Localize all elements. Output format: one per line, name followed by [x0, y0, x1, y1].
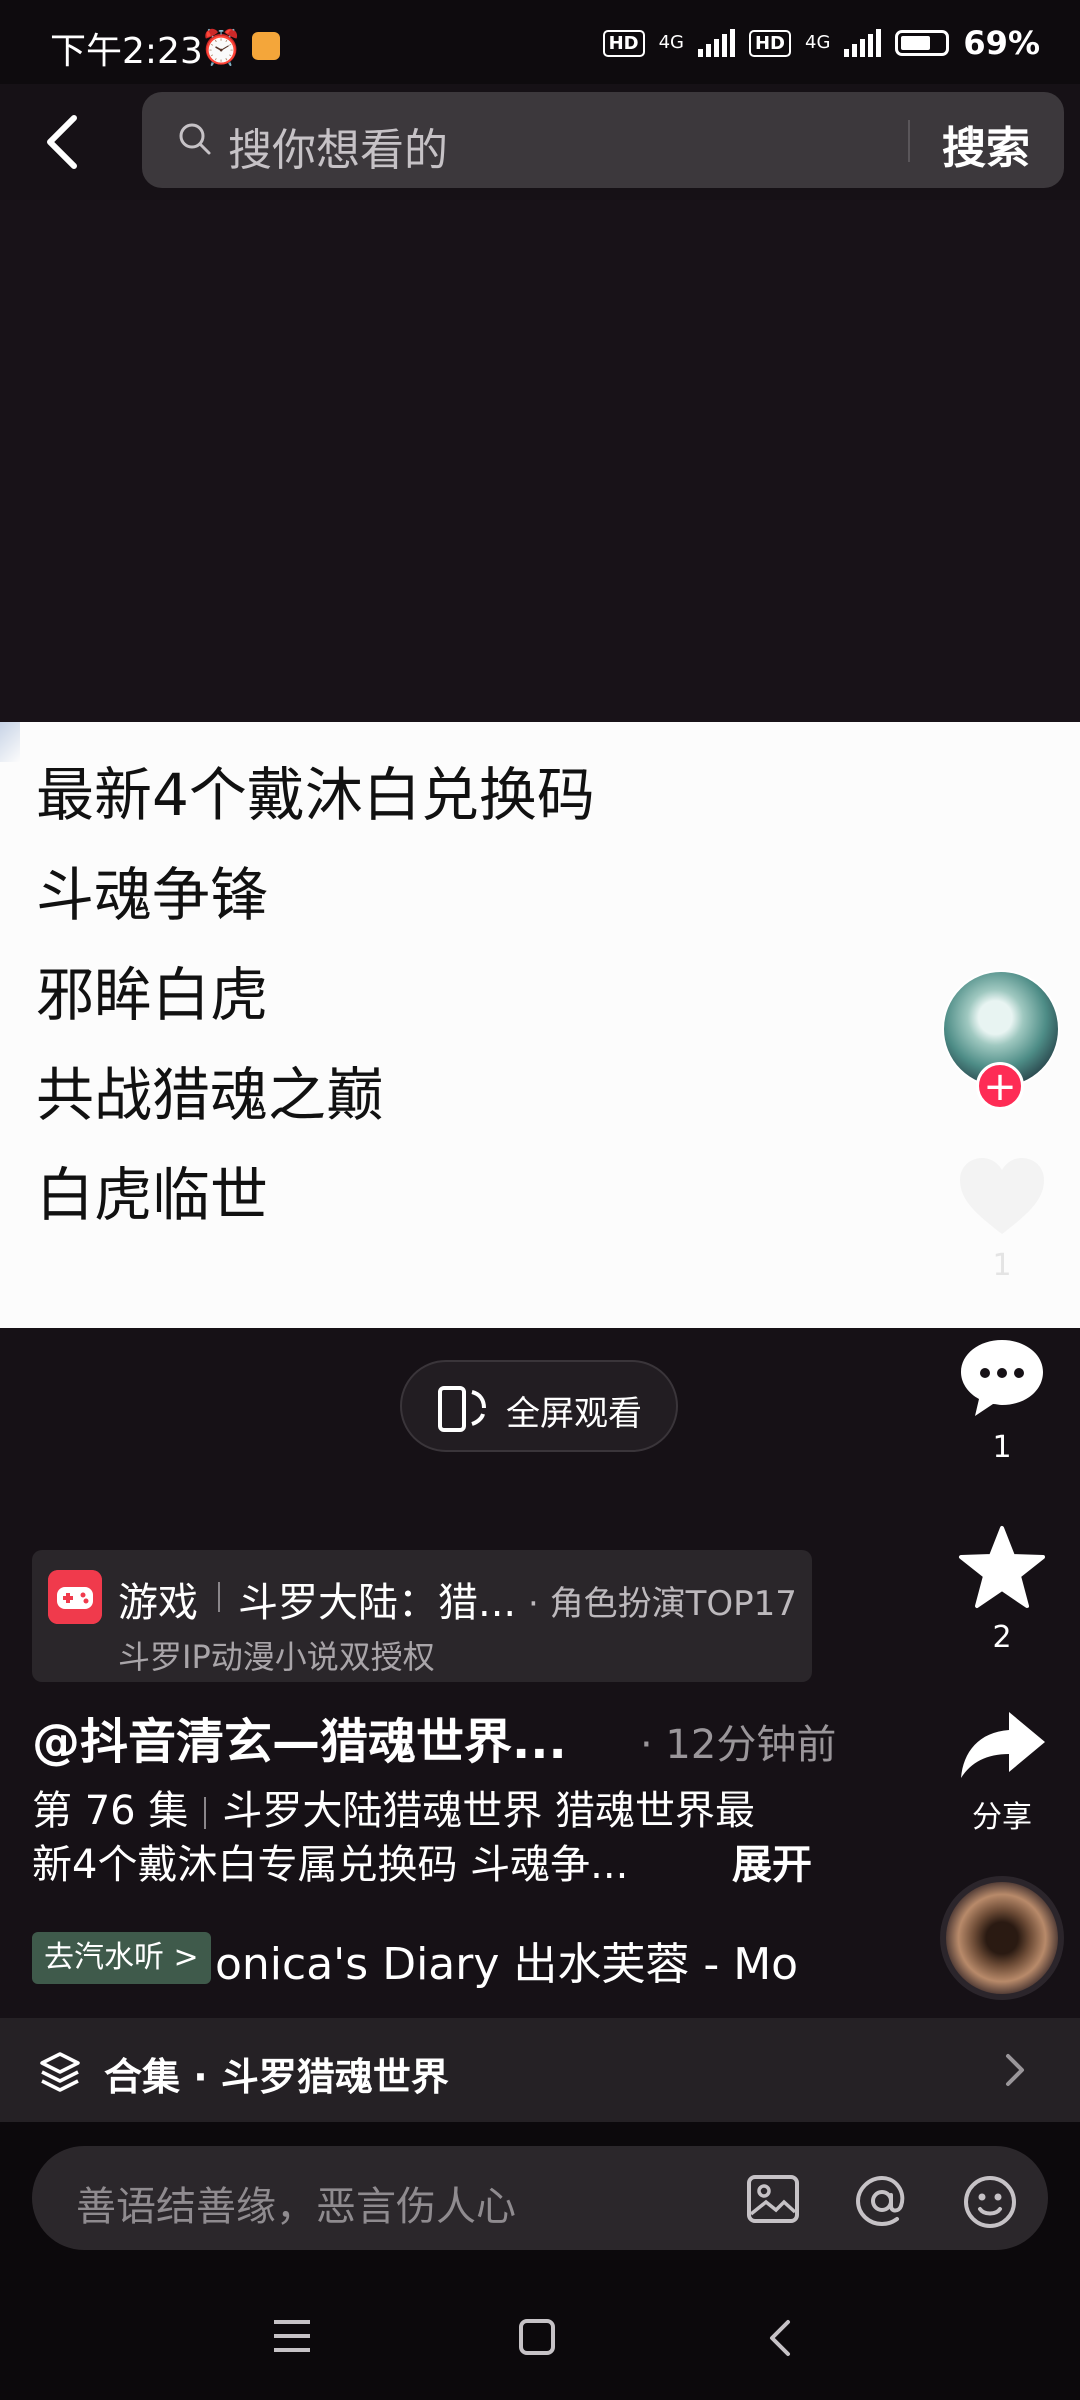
search-bar[interactable]: 搜你想看的 搜索 — [142, 92, 1064, 188]
battery-icon — [895, 30, 950, 56]
anchor-rank: · 角色扮演TOP17 — [528, 1584, 797, 1624]
collection-bar[interactable]: 合集 · 斗罗猎魂世界 — [0, 2018, 1080, 2122]
chevron-right-icon — [1006, 2054, 1024, 2086]
image-icon[interactable] — [746, 2174, 800, 2224]
network-type: 4G — [805, 32, 831, 53]
description-line: 第 76 集斗罗大陆猎魂世界 猎魂世界最 — [32, 1784, 755, 1838]
game-anchor-card[interactable]: 游戏 斗罗大陆：猎... · 角色扮演TOP17 斗罗IP动漫小说双授权 — [32, 1550, 812, 1682]
status-indicators: HD 4G HD 4G 69% — [602, 24, 1040, 62]
heart-icon — [960, 1158, 1044, 1234]
video-frame[interactable]: 最新4个戴沐白兑换码 斗魂争锋 邪眸白虎 共战猎魂之巅 白虎临世 — [0, 722, 1080, 1328]
music-title[interactable]: onica's Diary 出水芙蓉 - Mo — [215, 1928, 801, 1988]
video-text-line: 白虎临世 — [36, 1161, 269, 1229]
star-icon — [959, 1526, 1045, 1608]
fullscreen-label: 全屏观看 — [506, 1394, 642, 1434]
favorite-count: 2 — [992, 1620, 1012, 1655]
video-text-line: 邪眸白虎 — [36, 961, 269, 1029]
music-disc-avatar[interactable] — [940, 1876, 1064, 2000]
home-icon[interactable] — [518, 2318, 556, 2356]
post-time: · 12分钟前 — [640, 1722, 837, 1768]
description-line: 新4个戴沐白专属兑换码 斗魂争... — [32, 1842, 629, 1888]
fullscreen-button[interactable]: 全屏观看 — [400, 1360, 678, 1452]
anchor-subtitle: 斗罗IP动漫小说双授权 — [118, 1638, 435, 1676]
anchor-type: 游戏 — [118, 1580, 198, 1626]
rotate-screen-icon — [438, 1386, 486, 1432]
share-label: 分享 — [972, 1800, 1032, 1835]
video-text-line: 共战猎魂之巅 — [36, 1061, 385, 1129]
expand-button[interactable]: 展开 — [732, 1838, 812, 1892]
share-icon — [961, 1712, 1045, 1778]
signal-icon — [844, 29, 882, 57]
app-notification-icon — [252, 32, 280, 60]
search-icon — [179, 123, 211, 155]
status-bar: 下午2:23 ⏰ HD 4G HD 4G 69% — [0, 0, 1080, 84]
hd-badge: HD — [602, 29, 645, 57]
video-text-line: 最新4个戴沐白兑换码 — [36, 761, 595, 829]
gamepad-icon — [48, 1570, 102, 1624]
comment-input[interactable]: 善语结善缘，恶言伤人心 — [32, 2146, 1048, 2250]
comment-icon — [961, 1340, 1043, 1416]
network-type: 4G — [658, 32, 684, 53]
status-time: 下午2:23 — [50, 31, 203, 72]
description-text: 斗罗大陆猎魂世界 猎魂世界最 — [222, 1788, 756, 1834]
alarm-icon: ⏰ — [200, 28, 243, 68]
like-button[interactable]: 1 — [942, 1154, 1062, 1283]
episode-label: 第 76 集 — [32, 1788, 189, 1834]
search-input[interactable]: 搜你想看的 — [228, 114, 448, 178]
search-divider — [908, 120, 910, 162]
back-button[interactable] — [30, 100, 94, 184]
follow-button[interactable]: + — [976, 1062, 1024, 1110]
share-button[interactable]: 分享 — [942, 1708, 1062, 1836]
anchor-title: 斗罗大陆：猎... — [238, 1580, 517, 1626]
signal-icon — [697, 29, 735, 57]
author-name[interactable]: @抖音清玄—猎魂世界... — [32, 1702, 567, 1772]
frame-decoration — [0, 722, 20, 762]
mention-icon[interactable] — [854, 2174, 910, 2228]
collection-label: 合集 · 斗罗猎魂世界 — [104, 2055, 449, 2099]
search-button[interactable]: 搜索 — [942, 112, 1030, 176]
listen-in-qishui-button[interactable]: 去汽水听 > — [32, 1932, 211, 1984]
description-separator — [204, 1797, 207, 1829]
comment-button[interactable]: 1 — [942, 1336, 1062, 1465]
like-count: 1 — [992, 1248, 1012, 1283]
favorite-button[interactable]: 2 — [942, 1524, 1062, 1655]
back-icon[interactable] — [766, 2318, 792, 2358]
menu-icon[interactable] — [272, 2318, 312, 2354]
comment-placeholder: 善语结善缘，恶言伤人心 — [76, 2184, 516, 2230]
comment-count: 1 — [992, 1430, 1012, 1465]
back-arrow-icon — [47, 115, 77, 169]
video-text-line: 斗魂争锋 — [36, 861, 269, 929]
hd-badge: HD — [748, 29, 791, 57]
battery-percent: 69% — [963, 24, 1040, 62]
layers-icon — [40, 2052, 80, 2092]
system-nav-bar — [0, 2272, 1080, 2400]
anchor-separator — [218, 1582, 220, 1612]
emoji-icon[interactable] — [962, 2174, 1018, 2230]
video-player[interactable] — [0, 200, 1080, 722]
